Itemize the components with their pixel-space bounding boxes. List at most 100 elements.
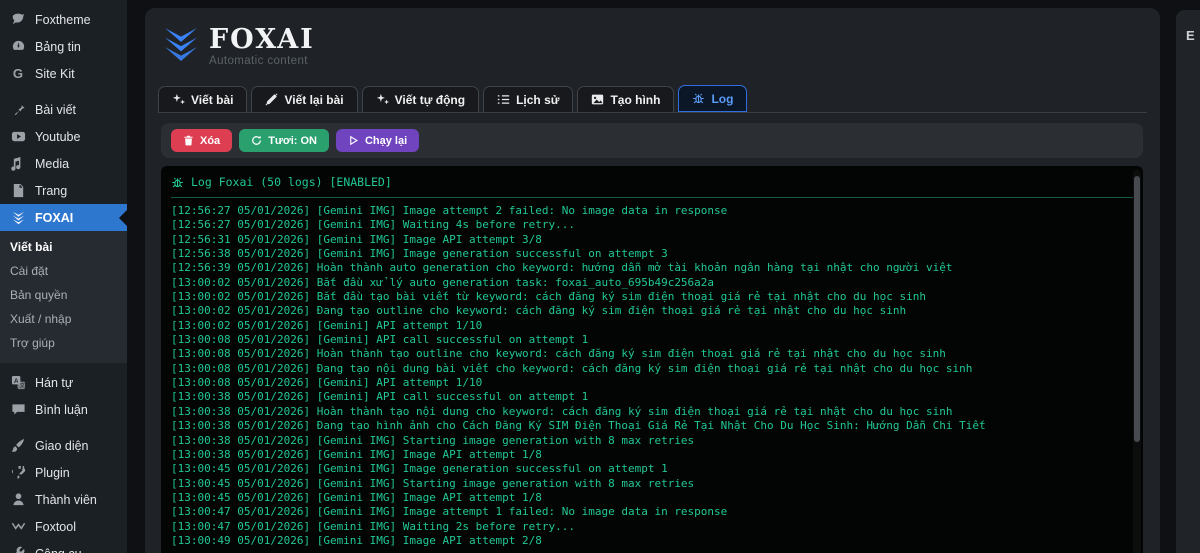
tab-viet-bai[interactable]: Viết bài [158,86,248,112]
delete-logs-button[interactable]: Xóa [171,129,233,152]
foxai-plugin-panel: FOXAI Automatic content Viết bài Viết lạ… [145,8,1160,553]
log-line: [13:00:08 05/01/2026] [Gemini] API attem… [171,376,483,390]
page-icon [10,183,26,199]
log-line: [13:00:08 05/01/2026] [Gemini] API call … [171,333,589,347]
sidebar-item-label: Trang [35,183,68,198]
submenu-item-ban-quyen[interactable]: Bản quyền [0,283,127,307]
log-line: [13:00:08 05/01/2026] Đang tạo nội dung … [171,361,973,375]
sidebar-item-label: Site Kit [35,66,75,81]
log-line: [13:00:38 05/01/2026] Hoàn thành tạo nội… [171,404,953,418]
log-line: [13:00:02 05/01/2026] [Gemini] API attem… [171,318,483,332]
sparkle-icon [172,93,185,106]
sidebar-item-media[interactable]: Media [0,150,127,177]
list-icon [497,93,510,106]
tab-log[interactable]: Log [678,85,748,112]
foxtool-icon [10,519,26,535]
tab-viet-lai-bai[interactable]: Viết lại bài [251,86,358,112]
sidebar-item-label: Bảng tin [35,39,81,54]
brand-tagline: Automatic content [209,55,308,67]
submenu-label: Bản quyền [10,288,68,302]
submenu-label: Cài đặt [10,264,49,278]
tab-label: Log [711,91,734,106]
submenu-item-tro-giup[interactable]: Trợ giúp [0,331,127,355]
clipped-panel-text: E [1186,28,1195,43]
sidebar-item-plugin[interactable]: Plugin [0,459,127,486]
sitekit-icon: G [10,66,26,82]
admin-sidebar: Foxtheme Bảng tin G Site Kit Bài viết Yo… [0,0,127,553]
pencil-icon [265,93,279,106]
sparkle-icon [376,93,389,106]
sidebar-item-foxai[interactable]: FOXAI [0,204,127,231]
sidebar-item-giao-dien[interactable]: Giao diện [0,432,127,459]
log-line: [13:00:38 05/01/2026] [Gemini IMG] Start… [171,433,695,447]
brand-name: FOXAI [209,24,315,55]
sidebar-item-thanh-vien[interactable]: Thành viên [0,486,127,513]
submenu-item-xuat-nhap[interactable]: Xuất / nhập [0,307,127,331]
bug-icon [171,176,184,189]
submenu-label: Xuất / nhập [10,312,72,326]
sidebar-item-bai-viet[interactable]: Bài viết [0,96,127,123]
log-console-title: Log Foxai (50 logs) [ENABLED] [191,175,392,189]
sidebar-item-han-tu[interactable]: A文 Hán tự [0,369,127,396]
users-icon [10,492,26,508]
log-line: [13:00:02 05/01/2026] Bắt đầu xử lý auto… [171,275,715,289]
rerun-button[interactable]: Chạy lại [335,129,420,152]
log-lines: [12:56:27 05/01/2026] [Gemini IMG] Image… [161,204,1143,548]
log-line: [13:00:45 05/01/2026] [Gemini IMG] Image… [171,462,668,476]
plugin-icon [10,465,26,481]
tab-label: Viết bài [191,92,234,107]
tab-lich-su[interactable]: Lịch sử [483,86,574,112]
log-line: [13:00:02 05/01/2026] Đang tạo outline c… [171,304,907,318]
tab-label: Lịch sử [516,92,560,107]
tab-label: Tạo hình [610,92,661,107]
log-console[interactable]: Log Foxai (50 logs) [ENABLED] [12:56:27 … [161,166,1143,553]
foxai-submenu: Viết bài Cài đặt Bản quyền Xuất / nhập T… [0,231,127,363]
sidebar-item-label: Hán tự [35,375,74,390]
tab-viet-tu-dong[interactable]: Viết tự động [361,86,480,112]
svg-text:G: G [12,66,22,81]
console-scrollbar-thumb[interactable] [1134,176,1140,442]
sidebar-item-foxtool[interactable]: Foxtool [0,513,127,540]
log-line: [12:56:27 05/01/2026] [Gemini IMG] Waiti… [171,218,575,232]
sidebar-item-label: FOXAI [35,210,74,225]
log-line: [12:56:39 05/01/2026] Hoàn thành auto ge… [171,261,953,275]
sidebar-separator [0,87,127,96]
sidebar-item-label: Foxtheme [35,12,91,27]
brand-header: FOXAI Automatic content [163,26,315,67]
sidebar-item-label: Công cụ [35,547,82,553]
sidebar-item-site-kit[interactable]: G Site Kit [0,60,127,87]
tab-tao-hinh[interactable]: Tạo hình [577,86,675,112]
submenu-item-viet-bai[interactable]: Viết bài [0,235,127,259]
sidebar-item-binh-luan[interactable]: Bình luận [0,396,127,423]
sidebar-item-label: Giao diện [35,438,89,453]
sidebar-item-label: Bài viết [35,102,76,117]
sidebar-item-youtube[interactable]: Youtube [0,123,127,150]
button-label: Tươi: ON [268,134,317,147]
clipped-right-panel: E [1176,10,1200,553]
log-line: [13:00:45 05/01/2026] [Gemini IMG] Start… [171,476,695,490]
log-line: [13:00:47 05/01/2026] [Gemini IMG] Waiti… [171,519,575,533]
sidebar-item-trang[interactable]: Trang [0,177,127,204]
log-line: [13:00:38 05/01/2026] Đang tạo hình ảnh … [171,419,986,433]
appearance-icon [10,438,26,454]
console-scrollbar-track[interactable] [1133,170,1141,553]
log-line: [13:00:02 05/01/2026] Bắt đầu tạo bài vi… [171,290,926,304]
sidebar-item-foxtheme[interactable]: Foxtheme [0,6,127,33]
sidebar-item-cong-cu[interactable]: Công cụ [0,540,127,553]
youtube-icon [10,129,26,145]
submenu-item-cai-dat[interactable]: Cài đặt [0,259,127,283]
tools-icon [10,546,26,553]
log-toolbar: Xóa Tươi: ON Chạy lại [161,123,1143,158]
comment-icon [10,402,26,418]
bug-icon [692,92,705,105]
log-line: [13:00:49 05/01/2026] [Gemini IMG] Image… [171,533,542,547]
console-divider [171,197,1133,198]
log-line: [13:00:08 05/01/2026] Hoàn thành tạo out… [171,347,946,361]
sidebar-separator [0,423,127,432]
auto-refresh-toggle-button[interactable]: Tươi: ON [239,129,329,152]
tab-label: Viết lại bài [284,92,344,107]
log-line: [12:56:31 05/01/2026] [Gemini IMG] Image… [171,232,542,246]
log-console-header: Log Foxai (50 logs) [ENABLED] [161,166,1143,195]
sidebar-item-bang-tin[interactable]: Bảng tin [0,33,127,60]
sidebar-item-label: Media [35,156,70,171]
